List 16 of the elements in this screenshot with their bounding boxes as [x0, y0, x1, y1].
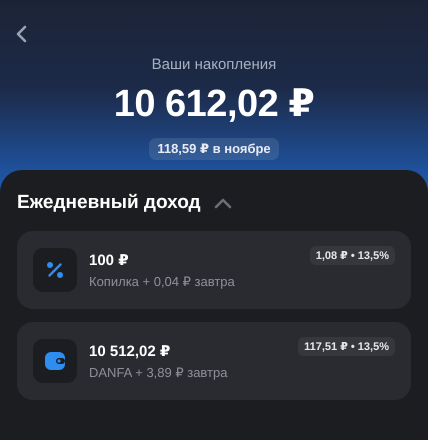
rate-badge: 1,08 ₽ • 13,5% — [310, 246, 395, 265]
section-toggle[interactable]: Ежедневный доход — [17, 192, 411, 214]
account-card[interactable]: 100 ₽ Копилка + 0,04 ₽ завтра 1,08 ₽ • 13,5% — [17, 231, 411, 309]
monthly-income-chip: 118,59 ₽ в ноябре — [149, 138, 279, 160]
caret-up-icon — [212, 197, 233, 209]
savings-amount: 10 612,02 ₽ — [114, 82, 314, 126]
account-amount: 100 ₽ — [89, 250, 130, 268]
wallet-icon — [45, 352, 65, 370]
percent-icon — [45, 260, 65, 280]
savings-title: Ваши накопления — [152, 56, 276, 73]
account-subtitle: Копилка + 0,04 ₽ завтра — [89, 274, 235, 290]
account-card[interactable]: 10 512,02 ₽ DANFA + 3,89 ₽ завтра 117,51 ₽ • 13,5% — [17, 322, 411, 400]
account-subtitle: DANFA + 3,89 ₽ завтра — [89, 364, 228, 380]
back-icon — [15, 25, 29, 43]
account-amount: 10 512,02 ₽ — [89, 342, 172, 360]
rate-badge: 117,51 ₽ • 13,5% — [298, 337, 395, 356]
